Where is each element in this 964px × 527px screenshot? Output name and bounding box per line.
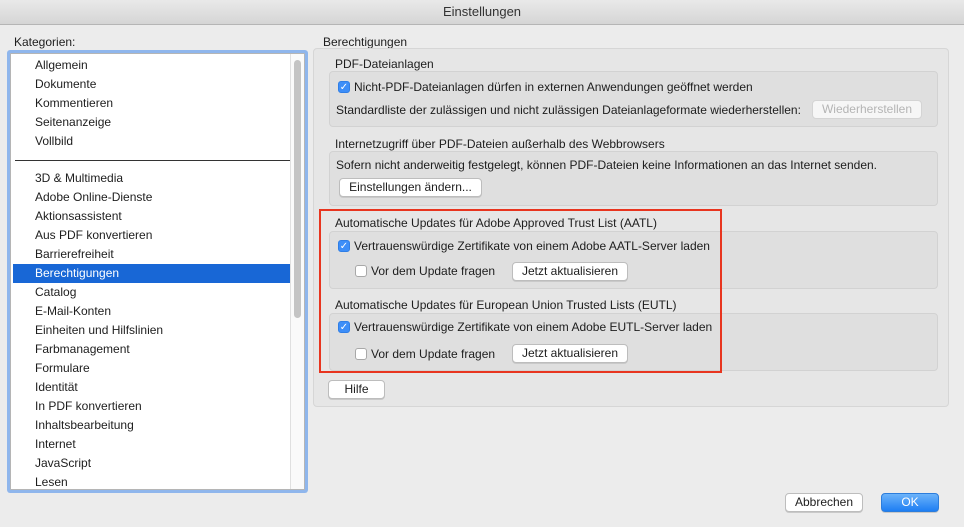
aatl-update-button[interactable]: Jetzt aktualisieren xyxy=(512,262,628,281)
aatl-load-checkbox[interactable]: ✓ xyxy=(338,240,350,252)
help-button[interactable]: Hilfe xyxy=(328,380,385,399)
sidebar-item-barrierefreiheit[interactable]: Barrierefreiheit xyxy=(13,245,290,264)
ok-button[interactable]: OK xyxy=(881,493,939,512)
aatl-ask-label: Vor dem Update fragen xyxy=(371,264,496,278)
eutl-ask-checkbox[interactable] xyxy=(355,348,367,360)
check-icon: ✓ xyxy=(339,322,349,333)
sidebar-item-seitenanzeige[interactable]: Seitenanzeige xyxy=(13,113,290,132)
sidebar-item-internet[interactable]: Internet xyxy=(13,435,290,454)
sidebar-item-catalog[interactable]: Catalog xyxy=(13,283,290,302)
eutl-update-button[interactable]: Jetzt aktualisieren xyxy=(512,344,628,363)
restore-button[interactable]: Wiederherstellen xyxy=(812,100,922,119)
section-title: Berechtigungen xyxy=(323,35,408,49)
sidebar-item-berechtigungen[interactable]: Berechtigungen xyxy=(13,264,290,283)
sidebar-item-javascript[interactable]: JavaScript xyxy=(13,454,290,473)
category-list[interactable]: Allgemein Dokumente Kommentieren Seitena… xyxy=(10,53,305,490)
sidebar-item-identitaet[interactable]: Identität xyxy=(13,378,290,397)
check-icon: ✓ xyxy=(339,82,349,93)
sidebar-item-aktionsassistent[interactable]: Aktionsassistent xyxy=(13,207,290,226)
restore-list-text: Standardliste der zulässigen und nicht z… xyxy=(336,103,801,117)
list-divider xyxy=(15,160,291,161)
eutl-ask-label: Vor dem Update fragen xyxy=(371,347,496,361)
sidebar-item-allgemein[interactable]: Allgemein xyxy=(13,56,290,75)
sidebar-item-aus-pdf-konvertieren[interactable]: Aus PDF konvertieren xyxy=(13,226,290,245)
sidebar-item-in-pdf-konvertieren[interactable]: In PDF konvertieren xyxy=(13,397,290,416)
eutl-load-label: Vertrauenswürdige Zertifikate von einem … xyxy=(354,320,713,334)
allow-attachments-label: Nicht-PDF-Dateianlagen dürfen in externe… xyxy=(354,80,753,94)
eutl-load-checkbox[interactable]: ✓ xyxy=(338,321,350,333)
sidebar-item-dokumente[interactable]: Dokumente xyxy=(13,75,290,94)
categories-heading: Kategorien: xyxy=(14,35,76,49)
sidebar-item-inhaltsbearbeitung[interactable]: Inhaltsbearbeitung xyxy=(13,416,290,435)
sidebar-item-formulare[interactable]: Formulare xyxy=(13,359,290,378)
check-icon: ✓ xyxy=(339,241,349,252)
sidebar-item-lesen[interactable]: Lesen xyxy=(13,473,290,489)
sidebar-item-kommentieren[interactable]: Kommentieren xyxy=(13,94,290,113)
pdf-attachments-title: PDF-Dateianlagen xyxy=(335,57,434,71)
internet-access-description: Sofern nicht anderweitig festgelegt, kön… xyxy=(336,158,878,172)
eutl-title: Automatische Updates für European Union … xyxy=(335,298,677,312)
sidebar-item-adobe-online-dienste[interactable]: Adobe Online-Dienste xyxy=(13,188,290,207)
sidebar-item-einheiten[interactable]: Einheiten und Hilfslinien xyxy=(13,321,290,340)
sidebar-item-vollbild[interactable]: Vollbild xyxy=(13,132,290,151)
window-title: Einstellungen xyxy=(0,0,964,25)
internet-access-title: Internetzugriff über PDF-Dateien außerha… xyxy=(335,137,665,151)
aatl-ask-checkbox[interactable] xyxy=(355,265,367,277)
aatl-load-label: Vertrauenswürdige Zertifikate von einem … xyxy=(354,239,710,253)
aatl-title: Automatische Updates für Adobe Approved … xyxy=(335,216,657,230)
cancel-button[interactable]: Abbrechen xyxy=(785,493,863,512)
sidebar-item-farbmanagement[interactable]: Farbmanagement xyxy=(13,340,290,359)
sidebar-item-email-konten[interactable]: E-Mail-Konten xyxy=(13,302,290,321)
change-settings-button[interactable]: Einstellungen ändern... xyxy=(339,178,482,197)
sidebar-item-3d-multimedia[interactable]: 3D & Multimedia xyxy=(13,169,290,188)
scrollbar-thumb[interactable] xyxy=(294,60,301,318)
scrollbar-track[interactable] xyxy=(290,54,304,489)
allow-attachments-checkbox[interactable]: ✓ xyxy=(338,81,350,93)
